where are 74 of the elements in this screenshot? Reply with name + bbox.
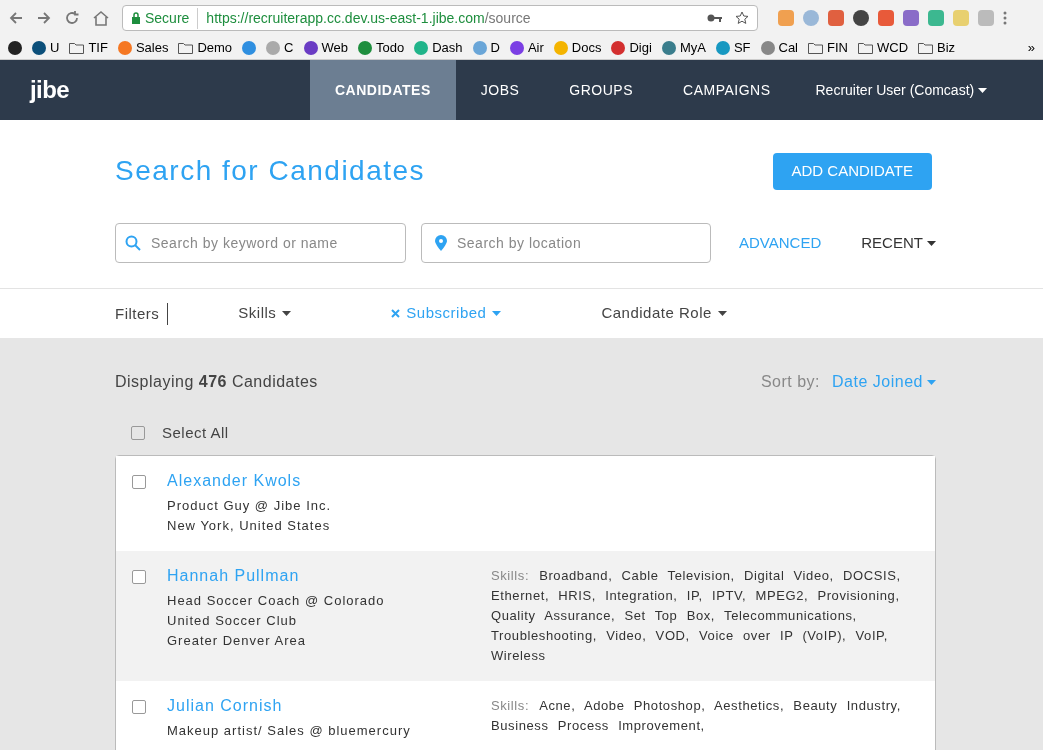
bookmark[interactable]: MyA [661, 37, 706, 58]
filter-dropdown[interactable]: Skills [238, 302, 292, 325]
folder-icon [857, 41, 873, 54]
bookmark[interactable]: Sales [117, 37, 169, 58]
bookmark[interactable]: Cal [760, 37, 798, 58]
forward-icon[interactable] [36, 10, 52, 26]
bookmark[interactable]: Dash [414, 37, 463, 58]
candidate-detail: Makeup artist/ Sales @ bluemercury [167, 721, 412, 740]
checkbox[interactable] [132, 474, 146, 489]
bookmark[interactable]: Demo [178, 37, 233, 58]
skills-list: Skills: Broadband, Cable Television, Digital Video, DOCSIS, Ethernet, HRIS, Integration, IP, IPTV, MPEG2, Provisioning, Quality Assurance, Set Top Box, Telecommunications, Troubleshooting, Video, VOD, Voice over IP (VoIP), VoIP, Wireless [491, 565, 911, 666]
nav-tab[interactable]: GROUPS [544, 60, 658, 120]
nav-tab[interactable]: JOBS [455, 60, 545, 120]
user-menu[interactable]: Recruiter User (Comcast) [815, 79, 988, 101]
candidate-detail: Head Soccer Coach @ Colorado [167, 591, 386, 610]
nav-tab[interactable]: CANDIDATES [310, 60, 456, 120]
caret-icon [282, 311, 292, 316]
filter-dropdown[interactable]: Candidate Role [601, 302, 727, 325]
bookmark[interactable]: WCD [857, 37, 908, 58]
results-count: Displaying 476 Candidates [115, 372, 318, 392]
site-icon[interactable] [8, 40, 22, 55]
folder-icon [918, 41, 933, 54]
secure-label: Secure [145, 7, 199, 29]
more-bookmarks-button[interactable]: » [1027, 37, 1035, 58]
bookmark[interactable]: C [266, 37, 294, 58]
checkbox[interactable] [132, 699, 146, 714]
extension-icon[interactable] [853, 10, 869, 26]
recent-dropdown[interactable]: RECENT [861, 231, 936, 255]
bookmark[interactable]: Todo [358, 37, 405, 58]
nav-tab[interactable]: CAMPAIGNS [658, 60, 796, 120]
search-icon [125, 235, 141, 251]
filters-label: Filters [115, 302, 169, 325]
logo[interactable]: jibe [30, 72, 310, 108]
candidate-detail: Product Guy @ Jibe Inc. [167, 496, 333, 515]
checkbox[interactable] [132, 569, 146, 584]
caret-icon [492, 311, 502, 316]
folder-icon [69, 41, 85, 54]
bookmark[interactable]: Biz [918, 37, 956, 58]
bookmark[interactable]: Digi [611, 37, 652, 58]
candidate-detail: United Soccer Club [167, 611, 298, 630]
caret-icon [717, 311, 727, 316]
candidate-detail: New York, United States [167, 516, 332, 535]
candidate-detail: Greater Denver Area [167, 631, 307, 650]
bookmark[interactable]: FIN [808, 37, 848, 58]
reload-icon[interactable] [64, 10, 80, 26]
star-icon[interactable] [735, 11, 749, 25]
key-icon[interactable] [707, 13, 723, 23]
bookmark[interactable]: D [472, 37, 500, 58]
bookmark[interactable]: TIF [69, 37, 108, 58]
sort-label: Sort by: [760, 372, 821, 392]
location-pin-icon [435, 235, 447, 251]
checkbox[interactable] [131, 426, 145, 441]
location-search-field[interactable]: Search by location [421, 223, 711, 263]
bookmark[interactable]: U [32, 37, 60, 58]
skills-list: Skills: Acne, Adobe Photoshop, Aesthetics, Beauty Industry, Business Process Improvement, [491, 695, 911, 736]
keyword-search-field[interactable]: Search by keyword or name [115, 223, 406, 263]
caret-icon [926, 379, 936, 385]
bookmark[interactable]: Web [303, 37, 348, 58]
back-icon[interactable] [8, 10, 24, 26]
close-icon [391, 309, 401, 318]
caret-icon [978, 87, 988, 93]
folder-icon [808, 41, 823, 54]
bookmark[interactable]: Docs [553, 37, 602, 58]
folder-icon [178, 41, 194, 54]
home-icon[interactable] [92, 10, 110, 26]
bookmark[interactable]: Air [509, 37, 544, 58]
caret-icon [926, 240, 936, 246]
menu-icon[interactable] [1003, 11, 1007, 25]
address-bar[interactable]: Secure https://recruiterapp.cc.dev.us-east-1.jibe.com/source [122, 5, 758, 31]
bookmark[interactable]: SF [715, 37, 751, 58]
select-all-label[interactable]: Select All [162, 422, 229, 445]
url-text: https://recruiterapp.cc.dev.us-east-1.jibe.com/source [206, 8, 531, 28]
lock-icon [131, 12, 141, 24]
page-title: Search for Candidates [115, 154, 426, 188]
